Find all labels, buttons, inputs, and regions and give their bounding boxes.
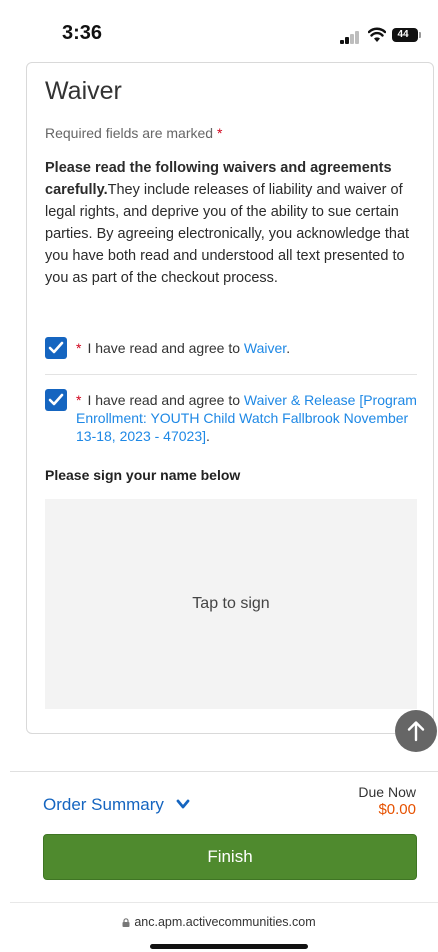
lock-icon [122,918,130,927]
waiver-description: Please read the following waivers and ag… [45,157,419,289]
divider [45,374,417,375]
chevron-down-icon[interactable] [176,797,190,811]
required-note-text: Required fields are marked [45,125,214,141]
agreement-waiver-release-checkbox[interactable] [45,389,67,411]
checkmark-icon [48,341,64,354]
page-title: Waiver [45,77,122,105]
battery-icon: 44 [392,28,421,42]
agreement-waiver-release: * I have read and agree to Waiver & Relea… [45,389,419,449]
waiver-card: Waiver Required fields are marked * Plea… [26,62,434,734]
browser-url-bar[interactable]: anc.apm.activecommunities.com [0,915,438,929]
due-now-label: Due Now [358,784,416,800]
agreement-waiver: * I have read and agree to Waiver. [45,337,419,361]
agreement-text: I have read and agree to [87,392,244,408]
required-marker: * [76,340,82,356]
order-summary-toggle[interactable]: Order Summary [43,795,164,815]
agreement-text: I have read and agree to [87,340,244,356]
wifi-icon [368,27,386,42]
agreement-waiver-checkbox[interactable] [45,337,67,359]
arrow-up-icon [407,721,425,742]
required-marker: * [76,392,82,408]
required-note: Required fields are marked * [45,125,222,141]
agreement-suffix: . [206,428,210,444]
required-marker: * [216,125,223,141]
agreement-waiver-release-label: * I have read and agree to Waiver & Relea… [76,391,426,445]
due-now-amount: $0.00 [378,801,416,818]
battery-level: 44 [397,29,409,40]
signature-pad[interactable]: Tap to sign [45,499,417,709]
agreement-suffix: . [286,340,291,356]
url-text: anc.apm.activecommunities.com [134,915,316,929]
cellular-signal-icon [340,30,360,44]
signature-label: Please sign your name below [45,467,241,483]
status-time: 3:36 [62,22,103,44]
checkmark-icon [48,393,64,406]
status-bar: 3:36 44 [0,0,438,62]
divider [10,902,438,903]
scroll-to-top-button[interactable] [395,710,437,752]
home-indicator[interactable] [150,944,308,949]
agreement-waiver-label: * I have read and agree to Waiver. [76,339,426,357]
divider [10,771,438,772]
signature-hint: Tap to sign [192,595,270,612]
finish-button[interactable]: Finish [43,834,417,880]
waiver-link[interactable]: Waiver [244,340,286,356]
